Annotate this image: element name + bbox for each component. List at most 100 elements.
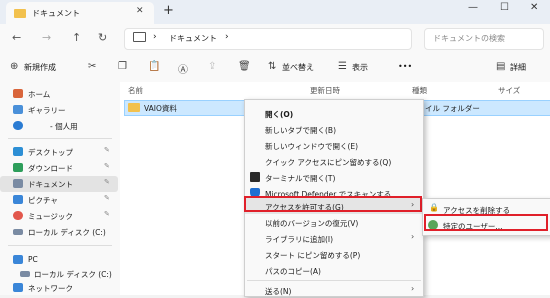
forward-arrow-icon[interactable]: →	[42, 31, 51, 44]
column-header-type[interactable]: 種類	[412, 85, 427, 96]
share-icon[interactable]: ⇪	[208, 61, 216, 72]
close-tab-button[interactable]: ✕	[136, 6, 144, 16]
menu-item-label: 新しいウィンドウで開く(E)	[265, 142, 359, 151]
desktop-icon	[13, 147, 23, 156]
pictures-icon	[13, 195, 23, 204]
details-button-label[interactable]: 詳細	[510, 62, 526, 73]
divider	[8, 138, 112, 139]
sidebar-item-label: ギャラリー	[28, 106, 66, 115]
pc-icon	[13, 255, 23, 264]
sidebar-item-label: ローカル ディスク (C:)	[28, 228, 106, 237]
sidebar-item-label: PC	[28, 255, 38, 264]
sidebar-item-downloads[interactable]: ダウンロード ✎	[0, 160, 118, 176]
more-button[interactable]: •••	[398, 62, 412, 71]
close-window-button[interactable]: ✕	[530, 2, 538, 13]
search-box[interactable]: ドキュメントの検索	[424, 28, 544, 50]
tab-documents[interactable]: ドキュメント ✕	[6, 2, 154, 24]
back-arrow-icon[interactable]: ←	[12, 31, 21, 44]
menu-item-open[interactable]: 開く(O)	[245, 105, 423, 121]
onedrive-icon	[13, 121, 23, 130]
rename-icon[interactable]: Ⓐ	[178, 61, 188, 76]
menu-item-open-new-tab[interactable]: 新しいタブで開く(B)	[245, 121, 423, 137]
sidebar-item-pictures[interactable]: ピクチャ ✎	[0, 192, 118, 208]
new-tab-button[interactable]: +	[163, 3, 174, 18]
sidebar-item-gallery[interactable]: ギャラリー	[0, 102, 118, 118]
pin-icon: ✎	[104, 194, 110, 202]
delete-icon[interactable]: 🗑	[238, 61, 251, 72]
copy-icon[interactable]: ❐	[118, 61, 127, 72]
sidebar-item-onedrive[interactable]: - 個人用	[0, 118, 118, 134]
download-icon	[13, 163, 23, 172]
menu-item-send-to[interactable]: 送る(N) ›	[245, 282, 423, 298]
column-header-name[interactable]: 名前	[128, 85, 143, 96]
sort-icon[interactable]: ⇅	[268, 61, 276, 72]
sidebar-item-home[interactable]: ホーム	[0, 86, 118, 102]
terminal-icon	[250, 172, 260, 182]
sidebar-item-network[interactable]: ネットワーク	[0, 280, 118, 296]
address-path[interactable]: ドキュメント	[169, 33, 217, 44]
menu-item-label: ターミナルで開く(T)	[265, 174, 336, 183]
menu-item-add-to-library[interactable]: ライブラリに追加(I) ›	[245, 230, 423, 246]
file-name: VAIO資料	[144, 104, 177, 113]
menu-item-open-new-window[interactable]: 新しいウィンドウで開く(E)	[245, 137, 423, 153]
navigation-pane: ホーム ギャラリー - 個人用 デスクトップ ✎ ダウンロード ✎ ドキュメント…	[0, 82, 120, 295]
command-bar: ⊕ 新規作成 ✂ ❐ 📋 Ⓐ ⇪ 🗑 ⇅ 並べ替え ☰ 表示 ••• ▤ 詳細	[0, 52, 550, 83]
sidebar-item-music[interactable]: ミュージック ✎	[0, 208, 118, 224]
view-button-label[interactable]: 表示	[352, 62, 368, 73]
menu-item-label: パスのコピー(A)	[265, 267, 321, 276]
cut-icon[interactable]: ✂	[88, 61, 96, 72]
sidebar-item-label: ダウンロード	[28, 164, 73, 173]
lock-icon: 🔒	[429, 203, 439, 212]
pin-icon: ✎	[104, 146, 110, 154]
folder-icon	[14, 9, 26, 18]
title-bar: ドキュメント ✕ + — ☐ ✕	[0, 0, 550, 24]
menu-item-pin-quick-access[interactable]: クイック アクセスにピン留めする(Q)	[245, 153, 423, 169]
menu-item-label: スタート にピン留めする(P)	[265, 251, 361, 260]
menu-item-label: 新しいタブで開く(B)	[265, 126, 336, 135]
sidebar-item-label: ネットワーク	[28, 284, 73, 293]
column-header-size[interactable]: サイズ	[498, 85, 520, 96]
address-bar[interactable]: › ドキュメント ›	[124, 28, 412, 50]
sidebar-item-label: ピクチャ	[28, 196, 58, 205]
up-arrow-icon[interactable]: ↑	[72, 31, 81, 44]
menu-item-label: 開く(O)	[265, 110, 294, 119]
highlight-box-specific-users	[424, 214, 548, 231]
sidebar-item-label: - 個人用	[50, 122, 78, 131]
divider	[8, 245, 112, 246]
new-button-label[interactable]: 新規作成	[24, 62, 56, 73]
chevron-right-icon: ›	[411, 284, 415, 293]
sort-button-label[interactable]: 並べ替え	[282, 62, 314, 73]
music-icon	[13, 211, 23, 220]
address-row: ← → ↑ ↻ › ドキュメント › ドキュメントの検索	[0, 24, 550, 52]
column-header-modified[interactable]: 更新日時	[310, 85, 340, 96]
menu-item-restore-versions[interactable]: 以前のバージョンの復元(V)	[245, 214, 423, 230]
pin-icon: ✎	[104, 178, 110, 186]
menu-item-pin-start[interactable]: スタート にピン留めする(P)	[245, 246, 423, 262]
minimize-button[interactable]: —	[468, 2, 478, 13]
tab-title: ドキュメント	[32, 9, 80, 18]
sidebar-item-label: デスクトップ	[28, 148, 73, 157]
drive-icon	[20, 271, 30, 277]
documents-icon	[13, 179, 23, 188]
paste-icon[interactable]: 📋	[148, 61, 160, 72]
view-icon[interactable]: ☰	[338, 61, 347, 72]
menu-item-open-terminal[interactable]: ターミナルで開く(T)	[245, 169, 423, 185]
sidebar-item-documents[interactable]: ドキュメント ✎	[0, 176, 118, 192]
menu-item-label: 送る(N)	[265, 287, 292, 296]
maximize-button[interactable]: ☐	[500, 2, 509, 13]
menu-item-copy-path[interactable]: パスのコピー(A)	[245, 262, 423, 278]
pin-icon: ✎	[104, 162, 110, 170]
menu-item-label: 以前のバージョンの復元(V)	[265, 219, 359, 228]
network-icon	[13, 283, 23, 292]
sidebar-item-local-disk[interactable]: ローカル ディスク (C:)	[0, 224, 118, 240]
sidebar-item-desktop[interactable]: デスクトップ ✎	[0, 144, 118, 160]
pin-icon: ✎	[104, 210, 110, 218]
search-placeholder: ドキュメントの検索	[433, 34, 505, 43]
address-chevron[interactable]: ›	[225, 32, 229, 42]
chevron-right-icon: ›	[411, 232, 415, 241]
refresh-icon[interactable]: ↻	[98, 31, 107, 44]
address-separator: ›	[153, 32, 157, 42]
sidebar-item-label: ドキュメント	[28, 180, 73, 189]
details-icon[interactable]: ▤	[496, 61, 505, 72]
new-icon[interactable]: ⊕	[10, 61, 18, 72]
